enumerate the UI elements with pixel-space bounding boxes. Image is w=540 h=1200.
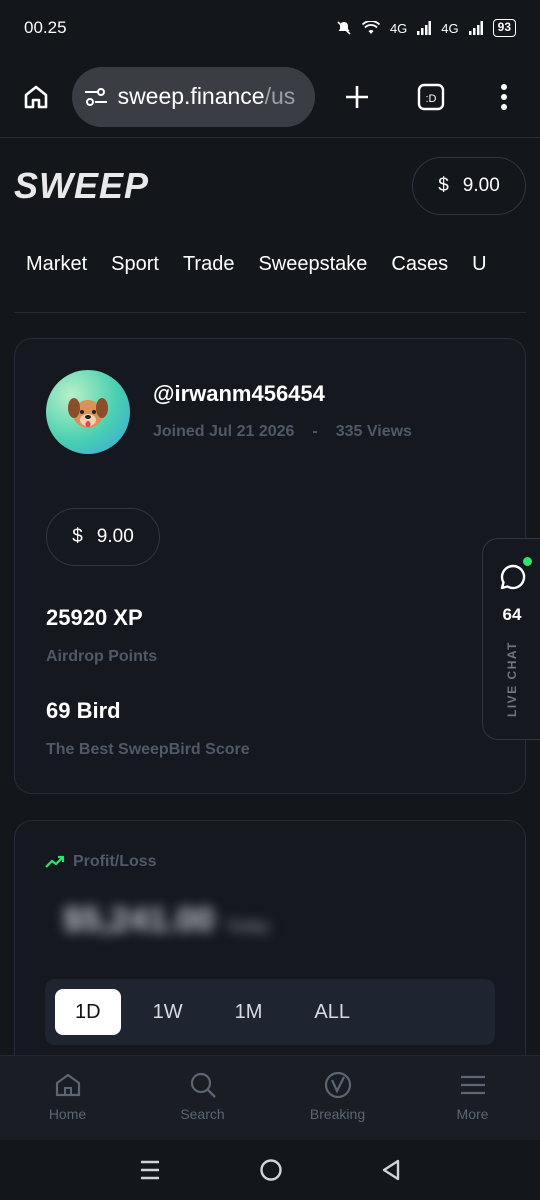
status-icons: 4G 4G 93 <box>336 19 516 37</box>
profile-card: @irwanm456454 Joined Jul 21 2026 - 335 V… <box>14 338 526 794</box>
profile-views: 335 Views <box>335 423 412 440</box>
nav-tab-cases[interactable]: Cases <box>391 253 448 276</box>
nav-tab-sweepstake[interactable]: Sweepstake <box>258 253 367 276</box>
period-1w[interactable]: 1W <box>133 989 203 1035</box>
balance-value: 9.00 <box>96 526 134 547</box>
balance-value: 9.00 <box>462 175 500 196</box>
home-icon <box>24 85 48 108</box>
bird-score-label: The Best SweepBird Score <box>46 741 250 758</box>
wifi-icon <box>361 21 380 34</box>
online-indicator <box>523 557 532 566</box>
signal-icon <box>468 21 483 35</box>
profile-meta: Joined Jul 21 2026 - 335 Views <box>153 423 412 441</box>
network-2: 4G <box>441 20 459 36</box>
bottom-nav-home[interactable]: Home <box>0 1056 135 1140</box>
profit-loss-header: Profit/Loss <box>45 853 157 871</box>
currency-symbol: $ <box>438 175 449 196</box>
plus-icon <box>346 85 369 108</box>
svg-text::D: :D <box>425 93 436 105</box>
url-domain: sweep.finance <box>117 83 265 109</box>
profile-username: @irwanm456454 <box>153 381 325 406</box>
live-chat-count: 64 <box>502 605 522 624</box>
profit-loss-period-label: Today <box>226 918 270 935</box>
battery-indicator: 93 <box>492 19 516 37</box>
site-settings-icon[interactable] <box>84 86 108 108</box>
category-nav: Market Sport Trade Sweepstake Cases U <box>0 240 540 288</box>
period-1d[interactable]: 1D <box>55 989 121 1035</box>
profit-loss-amount: $5,241.00 <box>63 901 215 939</box>
bottom-nav-search-label: Search <box>180 1106 225 1122</box>
period-all[interactable]: ALL <box>294 989 370 1035</box>
profit-loss-amount-blurred: $5,241.00 Today <box>63 901 269 940</box>
status-time: 00.25 <box>24 18 67 37</box>
nav-tab-sport[interactable]: Sport <box>111 253 159 276</box>
browser-menu-button[interactable] <box>482 75 526 119</box>
menu-icon <box>460 1075 485 1095</box>
url-text: sweep.finance/us <box>118 83 296 110</box>
bottom-nav-more[interactable]: More <box>405 1056 540 1140</box>
profile-balance-button[interactable]: $ 9.00 <box>46 508 160 566</box>
period-1m[interactable]: 1M <box>215 989 283 1035</box>
recents-icon[interactable] <box>138 1159 162 1181</box>
bottom-nav-breaking-label: Breaking <box>309 1106 366 1122</box>
xp-label: Airdrop Points <box>46 648 158 665</box>
avatar <box>46 370 130 454</box>
xp-value: 25920 XP <box>46 605 143 630</box>
system-home-icon[interactable] <box>258 1157 284 1183</box>
back-icon[interactable] <box>380 1158 402 1182</box>
bottom-nav: Home Search Breaking More <box>0 1055 540 1140</box>
nav-divider <box>14 312 526 313</box>
url-path: /us <box>264 83 296 109</box>
site-header: SWEEP $ 9.00 <box>0 140 540 232</box>
bottom-nav-more-label: More <box>456 1106 489 1122</box>
currency-symbol: $ <box>72 526 83 547</box>
home-icon <box>55 1073 80 1097</box>
android-system-nav <box>0 1140 540 1200</box>
meta-separator: - <box>312 423 318 440</box>
profit-loss-title: Profit/Loss <box>73 853 157 870</box>
dog-avatar-icon <box>68 398 108 428</box>
bell-muted-icon <box>337 21 351 35</box>
nav-tab-market[interactable]: Market <box>26 253 87 276</box>
nav-tab-trade[interactable]: Trade <box>183 253 235 276</box>
search-icon <box>190 1072 216 1098</box>
bottom-nav-breaking[interactable]: Breaking <box>270 1056 405 1140</box>
bottom-nav-home-label: Home <box>48 1106 87 1122</box>
new-tab-button[interactable] <box>335 75 379 119</box>
address-bar[interactable]: sweep.finance/us <box>71 66 316 127</box>
tab-switcher-button[interactable]: :D <box>409 75 453 119</box>
profile-joined-date: Joined Jul 21 2026 <box>153 423 295 440</box>
bottom-nav-search[interactable]: Search <box>135 1056 270 1140</box>
signal-icon <box>417 21 432 35</box>
live-chat-label: LIVE CHAT <box>505 641 519 717</box>
sweep-logo[interactable]: SWEEP <box>14 165 149 207</box>
nav-tab-overflow[interactable]: U <box>472 253 486 276</box>
live-chat-tab[interactable]: 64 LIVE CHAT <box>482 538 540 740</box>
home-button[interactable] <box>14 75 58 119</box>
profit-loss-card: Profit/Loss $5,241.00 Today 1D 1W 1M ALL <box>14 820 526 1080</box>
browser-toolbar: sweep.finance/us :D <box>0 56 540 138</box>
bird-score-value: 69 Bird <box>46 698 121 723</box>
period-selector: 1D 1W 1M ALL <box>45 979 495 1045</box>
chat-bubble-icon <box>500 564 526 590</box>
status-bar: 00.25 4G 4G 93 <box>0 0 540 56</box>
trending-up-icon <box>45 855 65 868</box>
network-1: 4G <box>389 20 408 36</box>
breaking-icon <box>324 1071 351 1099</box>
tabs-icon: :D <box>417 83 444 110</box>
header-balance-button[interactable]: $ 9.00 <box>412 157 526 215</box>
more-vertical-icon <box>501 83 508 110</box>
